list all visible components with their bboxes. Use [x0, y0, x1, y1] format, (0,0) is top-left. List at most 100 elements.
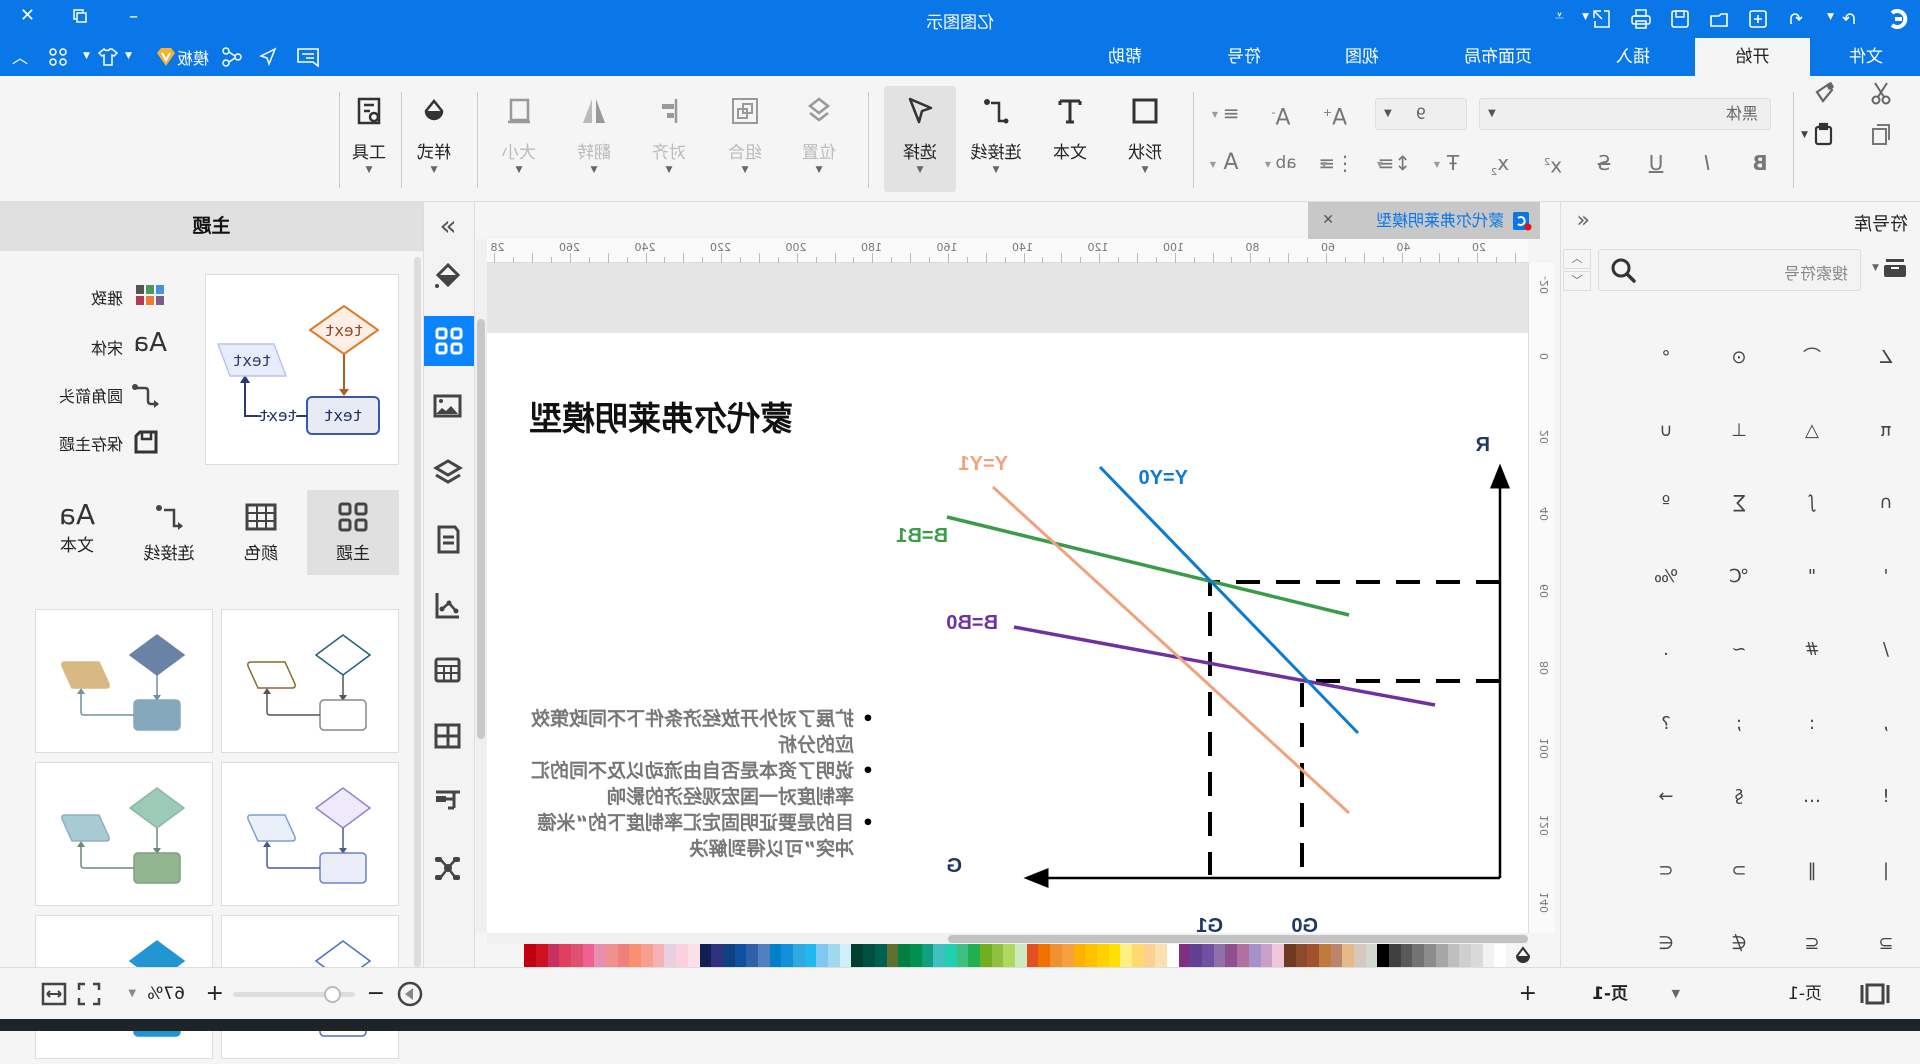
color-swatch[interactable] — [664, 944, 677, 967]
color-swatch[interactable] — [1026, 944, 1039, 967]
color-swatch[interactable] — [1050, 944, 1062, 967]
symbol-item[interactable]: ∠ — [1866, 338, 1906, 378]
zoom-slider[interactable] — [233, 986, 355, 1003]
color-swatch[interactable] — [1272, 944, 1284, 967]
font-aa-icon[interactable]: Aa — [133, 328, 167, 358]
color-swatch[interactable] — [641, 944, 653, 967]
color-swatch[interactable] — [1330, 944, 1343, 967]
customize-quick-access-icon[interactable]: ⩡ — [1555, 6, 1564, 26]
color-swatch[interactable] — [535, 944, 548, 967]
symbol-item[interactable]: ! — [1866, 777, 1906, 817]
text-direction-icon[interactable]: Ŧ — [1440, 150, 1466, 176]
color-swatch[interactable] — [722, 944, 735, 967]
undo-icon[interactable] — [1785, 8, 1807, 30]
color-swatch[interactable] — [571, 944, 583, 967]
color-swatch[interactable] — [968, 944, 981, 967]
symbol-item[interactable]: ‰ — [1646, 557, 1686, 597]
color-swatch[interactable] — [933, 944, 945, 967]
symbol-item[interactable]: ⊃ — [1719, 851, 1759, 891]
symbol-item[interactable]: , — [1866, 704, 1906, 744]
export-icon[interactable] — [1591, 8, 1613, 30]
print-icon[interactable] — [1630, 8, 1652, 30]
decrease-font-icon[interactable]: A- — [1268, 100, 1294, 130]
collapse-ribbon-icon[interactable]: ︿ — [12, 44, 28, 68]
document-tab[interactable]: 蒙代尔弗莱明模型 ✕ — [1308, 202, 1540, 239]
theme-card[interactable] — [35, 762, 213, 906]
theme-tab-text[interactable]: Aa 文本 — [31, 490, 123, 575]
color-swatch[interactable] — [886, 944, 899, 967]
subscript-icon[interactable]: x2 — [1487, 150, 1513, 178]
table-icon[interactable] — [428, 650, 468, 690]
theme-grid-icon[interactable] — [424, 316, 474, 366]
fit-width-icon[interactable] — [41, 982, 67, 1006]
color-swatch[interactable] — [1248, 944, 1261, 967]
connector-button[interactable]: 连接线 ▼ — [965, 86, 1027, 192]
color-swatch[interactable] — [1319, 944, 1331, 967]
rounded-arrow-icon[interactable] — [131, 382, 161, 408]
theme-tab-theme[interactable]: 主题 — [307, 490, 399, 575]
save-theme-icon[interactable] — [133, 429, 159, 455]
color-swatch[interactable] — [734, 944, 747, 967]
symbol-item[interactable]: ~ — [1719, 630, 1759, 670]
color-swatch[interactable] — [793, 944, 805, 967]
symbol-item[interactable]: # — [1792, 630, 1832, 670]
color-swatch[interactable] — [1400, 944, 1413, 967]
color-swatch[interactable] — [1482, 944, 1495, 967]
color-swatch[interactable] — [629, 944, 642, 967]
style-button[interactable]: 样式 ▼ — [403, 86, 465, 192]
color-swatch[interactable] — [746, 944, 758, 967]
fill-bucket-icon[interactable] — [1513, 945, 1533, 967]
symbol-item[interactable]: ℃ — [1719, 557, 1759, 597]
expand-panel-icon[interactable]: » — [428, 208, 468, 248]
color-swatch[interactable] — [1225, 944, 1238, 967]
color-swatch[interactable] — [1155, 944, 1168, 967]
layers-icon[interactable] — [428, 453, 468, 493]
color-swatch[interactable] — [769, 944, 782, 967]
zoom-out-icon[interactable]: − — [367, 968, 385, 1020]
color-swatch[interactable] — [816, 944, 829, 967]
cut-icon[interactable] — [1868, 80, 1894, 106]
diagram-title[interactable]: 蒙代尔弗莱明模型 — [529, 392, 793, 440]
symbol-item[interactable]: ⌒ — [1792, 338, 1832, 378]
page-tab[interactable]: 页-1 — [1788, 968, 1822, 1020]
flip-button[interactable]: 翻转 ▼ — [563, 86, 625, 192]
color-swatch[interactable] — [1143, 944, 1156, 967]
symbol-item[interactable]: " — [1792, 557, 1832, 597]
color-swatch[interactable] — [1307, 944, 1319, 967]
menu-tab-home[interactable]: 开始 — [1695, 38, 1810, 76]
color-swatch[interactable] — [559, 944, 571, 967]
theme-tab-color[interactable]: 颜色 — [215, 490, 307, 575]
zoom-in-icon[interactable]: + — [206, 968, 224, 1020]
symbol-item[interactable]: … — [1792, 777, 1832, 817]
zoom-level[interactable]: 67% — [147, 968, 185, 1020]
color-swatch[interactable] — [1459, 944, 1471, 967]
color-swatch[interactable] — [781, 944, 794, 967]
restore-icon[interactable] — [72, 8, 88, 24]
apps-icon[interactable] — [47, 46, 69, 68]
color-swatch[interactable] — [1365, 944, 1378, 967]
image-icon[interactable] — [428, 386, 468, 426]
symbol-item[interactable]: ⊆ — [1792, 924, 1832, 964]
color-swatch[interactable] — [1167, 944, 1179, 967]
scroll-down-button[interactable]: ﹀ — [1563, 271, 1591, 291]
scroll-up-button[interactable]: ︿ — [1563, 249, 1591, 269]
color-swatch[interactable] — [1354, 944, 1366, 967]
color-swatch[interactable] — [711, 944, 723, 967]
theme-card[interactable] — [221, 609, 399, 753]
text-highlight-icon[interactable]: ab — [1273, 150, 1299, 176]
symbol-item[interactable]: π — [1866, 411, 1906, 451]
color-swatch[interactable] — [804, 944, 817, 967]
template-button[interactable]: 模板 — [155, 45, 209, 69]
color-swatch[interactable] — [1213, 944, 1226, 967]
fill-icon[interactable] — [428, 256, 468, 296]
menu-tab-symbol[interactable]: 符号 — [1202, 38, 1286, 76]
symbol-item[interactable]: : — [1792, 704, 1832, 744]
color-swatch[interactable] — [851, 944, 864, 967]
color-swatch[interactable] — [1424, 944, 1436, 967]
color-swatch[interactable] — [594, 944, 607, 967]
color-swatch[interactable] — [980, 944, 992, 967]
color-swatch[interactable] — [1447, 944, 1460, 967]
color-swatch[interactable] — [1061, 944, 1074, 967]
color-swatch[interactable] — [652, 944, 665, 967]
color-swatch[interactable] — [582, 944, 595, 967]
